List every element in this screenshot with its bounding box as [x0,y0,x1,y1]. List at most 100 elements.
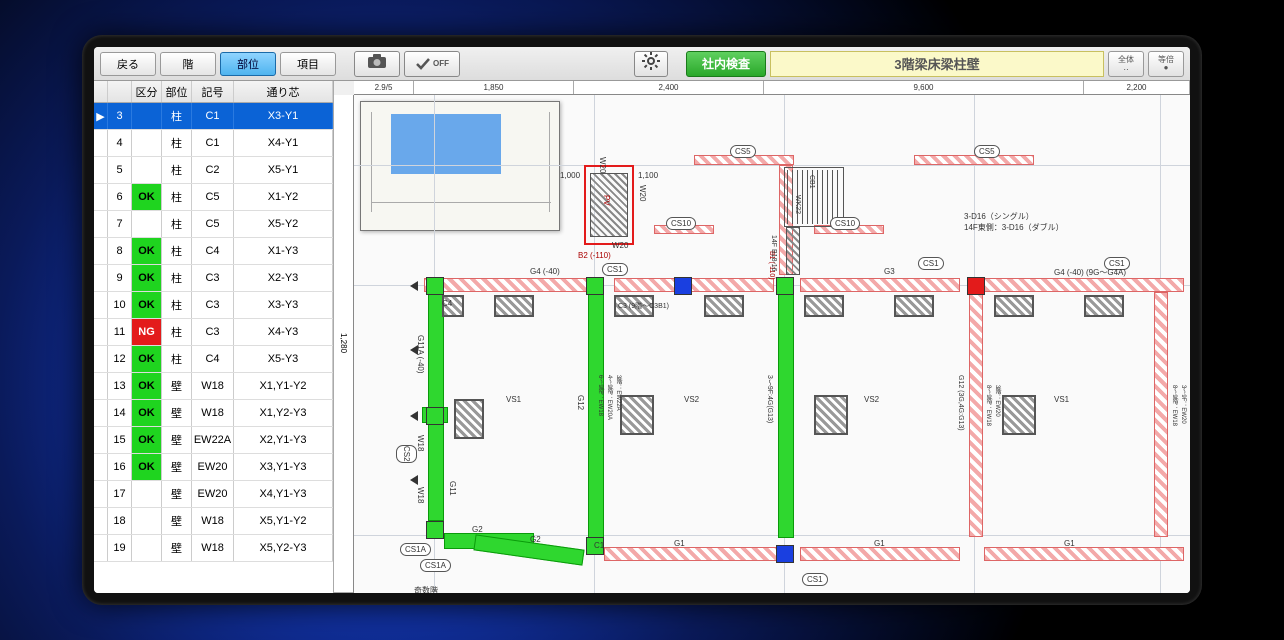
row-status [132,130,162,156]
beam-v-x4 [969,292,983,537]
drawing-panel[interactable]: 2.9/5 1,850 2,400 9,600 2,200 1,280 [334,81,1190,593]
inspection-table: 区分 部位 記号 通り芯 ▶3柱C1X3-Y14柱C1X4-Y15柱C2X5-Y… [94,81,334,593]
row-kigo: C4 [192,238,234,264]
lbl-c1: C1 [594,541,604,550]
col-5 [894,295,934,317]
row-num: 14 [108,400,132,426]
row-status: OK [132,265,162,291]
row-num: 9 [108,265,132,291]
row-indicator [94,400,108,426]
row-status [132,103,162,129]
wall-ew20[interactable] [778,293,794,538]
back-button[interactable]: 戻る [100,52,156,76]
row-tori: X5,Y2-Y3 [234,535,333,561]
row-kigo: C3 [192,319,234,345]
table-row[interactable]: 7柱C5X5-Y2 [94,211,333,238]
row-status [132,211,162,237]
table-row[interactable]: 16OK壁EW20X3,Y1-Y3 [94,454,333,481]
row-bui: 柱 [162,211,192,237]
row-status: OK [132,427,162,453]
row-tori: X2-Y3 [234,265,333,291]
row-bui: 柱 [162,292,192,318]
row-num: 5 [108,157,132,183]
header-kubun[interactable]: 区分 [132,81,162,102]
zoom-fit-button[interactable]: 等倍● [1148,51,1184,77]
table-row[interactable]: 12OK柱C4X5-Y3 [94,346,333,373]
beam-bottom-3 [984,547,1184,561]
lbl-cs1d: CS1 [802,573,828,586]
node-x3y1[interactable] [776,545,794,563]
lbl-ew22: 3階：EW22A 4～9階：EW20A 6～9階：EW18 [596,375,623,420]
ruler-horizontal: 2.9/5 1,850 2,400 9,600 2,200 [354,81,1190,95]
table-row[interactable]: 13OK壁W18X1,Y1-Y2 [94,373,333,400]
node-c4[interactable] [426,277,444,295]
row-num: 8 [108,238,132,264]
drawing-title: 3階梁床梁柱壁 [770,51,1104,77]
table-row[interactable]: 6OK柱C5X1-Y2 [94,184,333,211]
row-indicator [94,211,108,237]
row-status: OK [132,454,162,480]
row-status: NG [132,319,162,345]
table-row[interactable]: 11NG柱C3X4-Y3 [94,319,333,346]
settings-button[interactable] [634,51,668,77]
row-bui: 壁 [162,373,192,399]
table-row[interactable]: ▶3柱C1X3-Y1 [94,103,333,130]
table-row[interactable]: 17壁EW20X4,Y1-Y3 [94,481,333,508]
row-bui: 壁 [162,400,192,426]
floor-button[interactable]: 階 [160,52,216,76]
drawing-canvas[interactable]: 1,000 1,100 W20 W20 W20 PV B2 (-110) B1 … [354,95,1190,593]
row-indicator [94,454,108,480]
table-row[interactable]: 14OK壁W18X1,Y2-Y3 [94,400,333,427]
zoom-all-button[interactable]: 全体‥ [1108,51,1144,77]
node-x1y1[interactable] [426,521,444,539]
mini-plan-overview[interactable] [360,101,560,231]
item-button[interactable]: 項目 [280,52,336,76]
lbl-hf: 14F B18-16 [770,235,777,272]
row-num: 7 [108,211,132,237]
table-row[interactable]: 9OK柱C3X2-Y3 [94,265,333,292]
header-bui[interactable]: 部位 [162,81,192,102]
col-10 [1002,395,1036,435]
inspection-type-button[interactable]: 社内検査 [686,51,766,77]
table-row[interactable]: 5柱C2X5-Y1 [94,157,333,184]
table-row[interactable]: 10OK柱C3X3-Y3 [94,292,333,319]
node-x4y3[interactable] [967,277,985,295]
table-row[interactable]: 15OK壁EW22AX2,Y1-Y3 [94,427,333,454]
lbl-vs1: VS1 [506,395,521,404]
row-bui: 壁 [162,454,192,480]
header-kigo[interactable]: 記号 [192,81,234,102]
wall-w18-b[interactable] [428,421,444,521]
row-kigo: EW20 [192,481,234,507]
row-tori: X2,Y1-Y3 [234,427,333,453]
col-9 [814,395,848,435]
row-tori: X1,Y2-Y3 [234,400,333,426]
node-x25y3[interactable] [674,277,692,295]
tablet-frame: 戻る 階 部位 項目 OFF 社 [82,35,1202,605]
lbl-w20a: W20 [598,157,607,173]
table-row[interactable]: 4柱C1X4-Y1 [94,130,333,157]
camera-button[interactable] [354,51,400,77]
beam-g3 [800,278,960,292]
table-row[interactable]: 8OK柱C4X1-Y3 [94,238,333,265]
row-status: OK [132,373,162,399]
node-x1y2[interactable] [426,407,444,425]
part-button[interactable]: 部位 [220,52,276,76]
row-bui: 柱 [162,103,192,129]
lbl-wk22: WK22 [794,195,801,214]
beam-cs5-2 [914,155,1034,165]
arrow-3 [410,411,418,421]
table-row[interactable]: 18壁W18X5,Y1-Y2 [94,508,333,535]
check-off-button[interactable]: OFF [404,51,460,77]
header-tori[interactable]: 通り芯 [234,81,333,102]
row-indicator [94,427,108,453]
lbl-c4: C4 [442,299,452,308]
table-row[interactable]: 19壁W18X5,Y2-Y3 [94,535,333,562]
row-kigo: C3 [192,265,234,291]
row-status: OK [132,184,162,210]
node-x3y3[interactable] [776,277,794,295]
row-tori: X1-Y3 [234,238,333,264]
row-status [132,508,162,534]
node-x2y3[interactable] [586,277,604,295]
row-status: OK [132,292,162,318]
row-num: 16 [108,454,132,480]
